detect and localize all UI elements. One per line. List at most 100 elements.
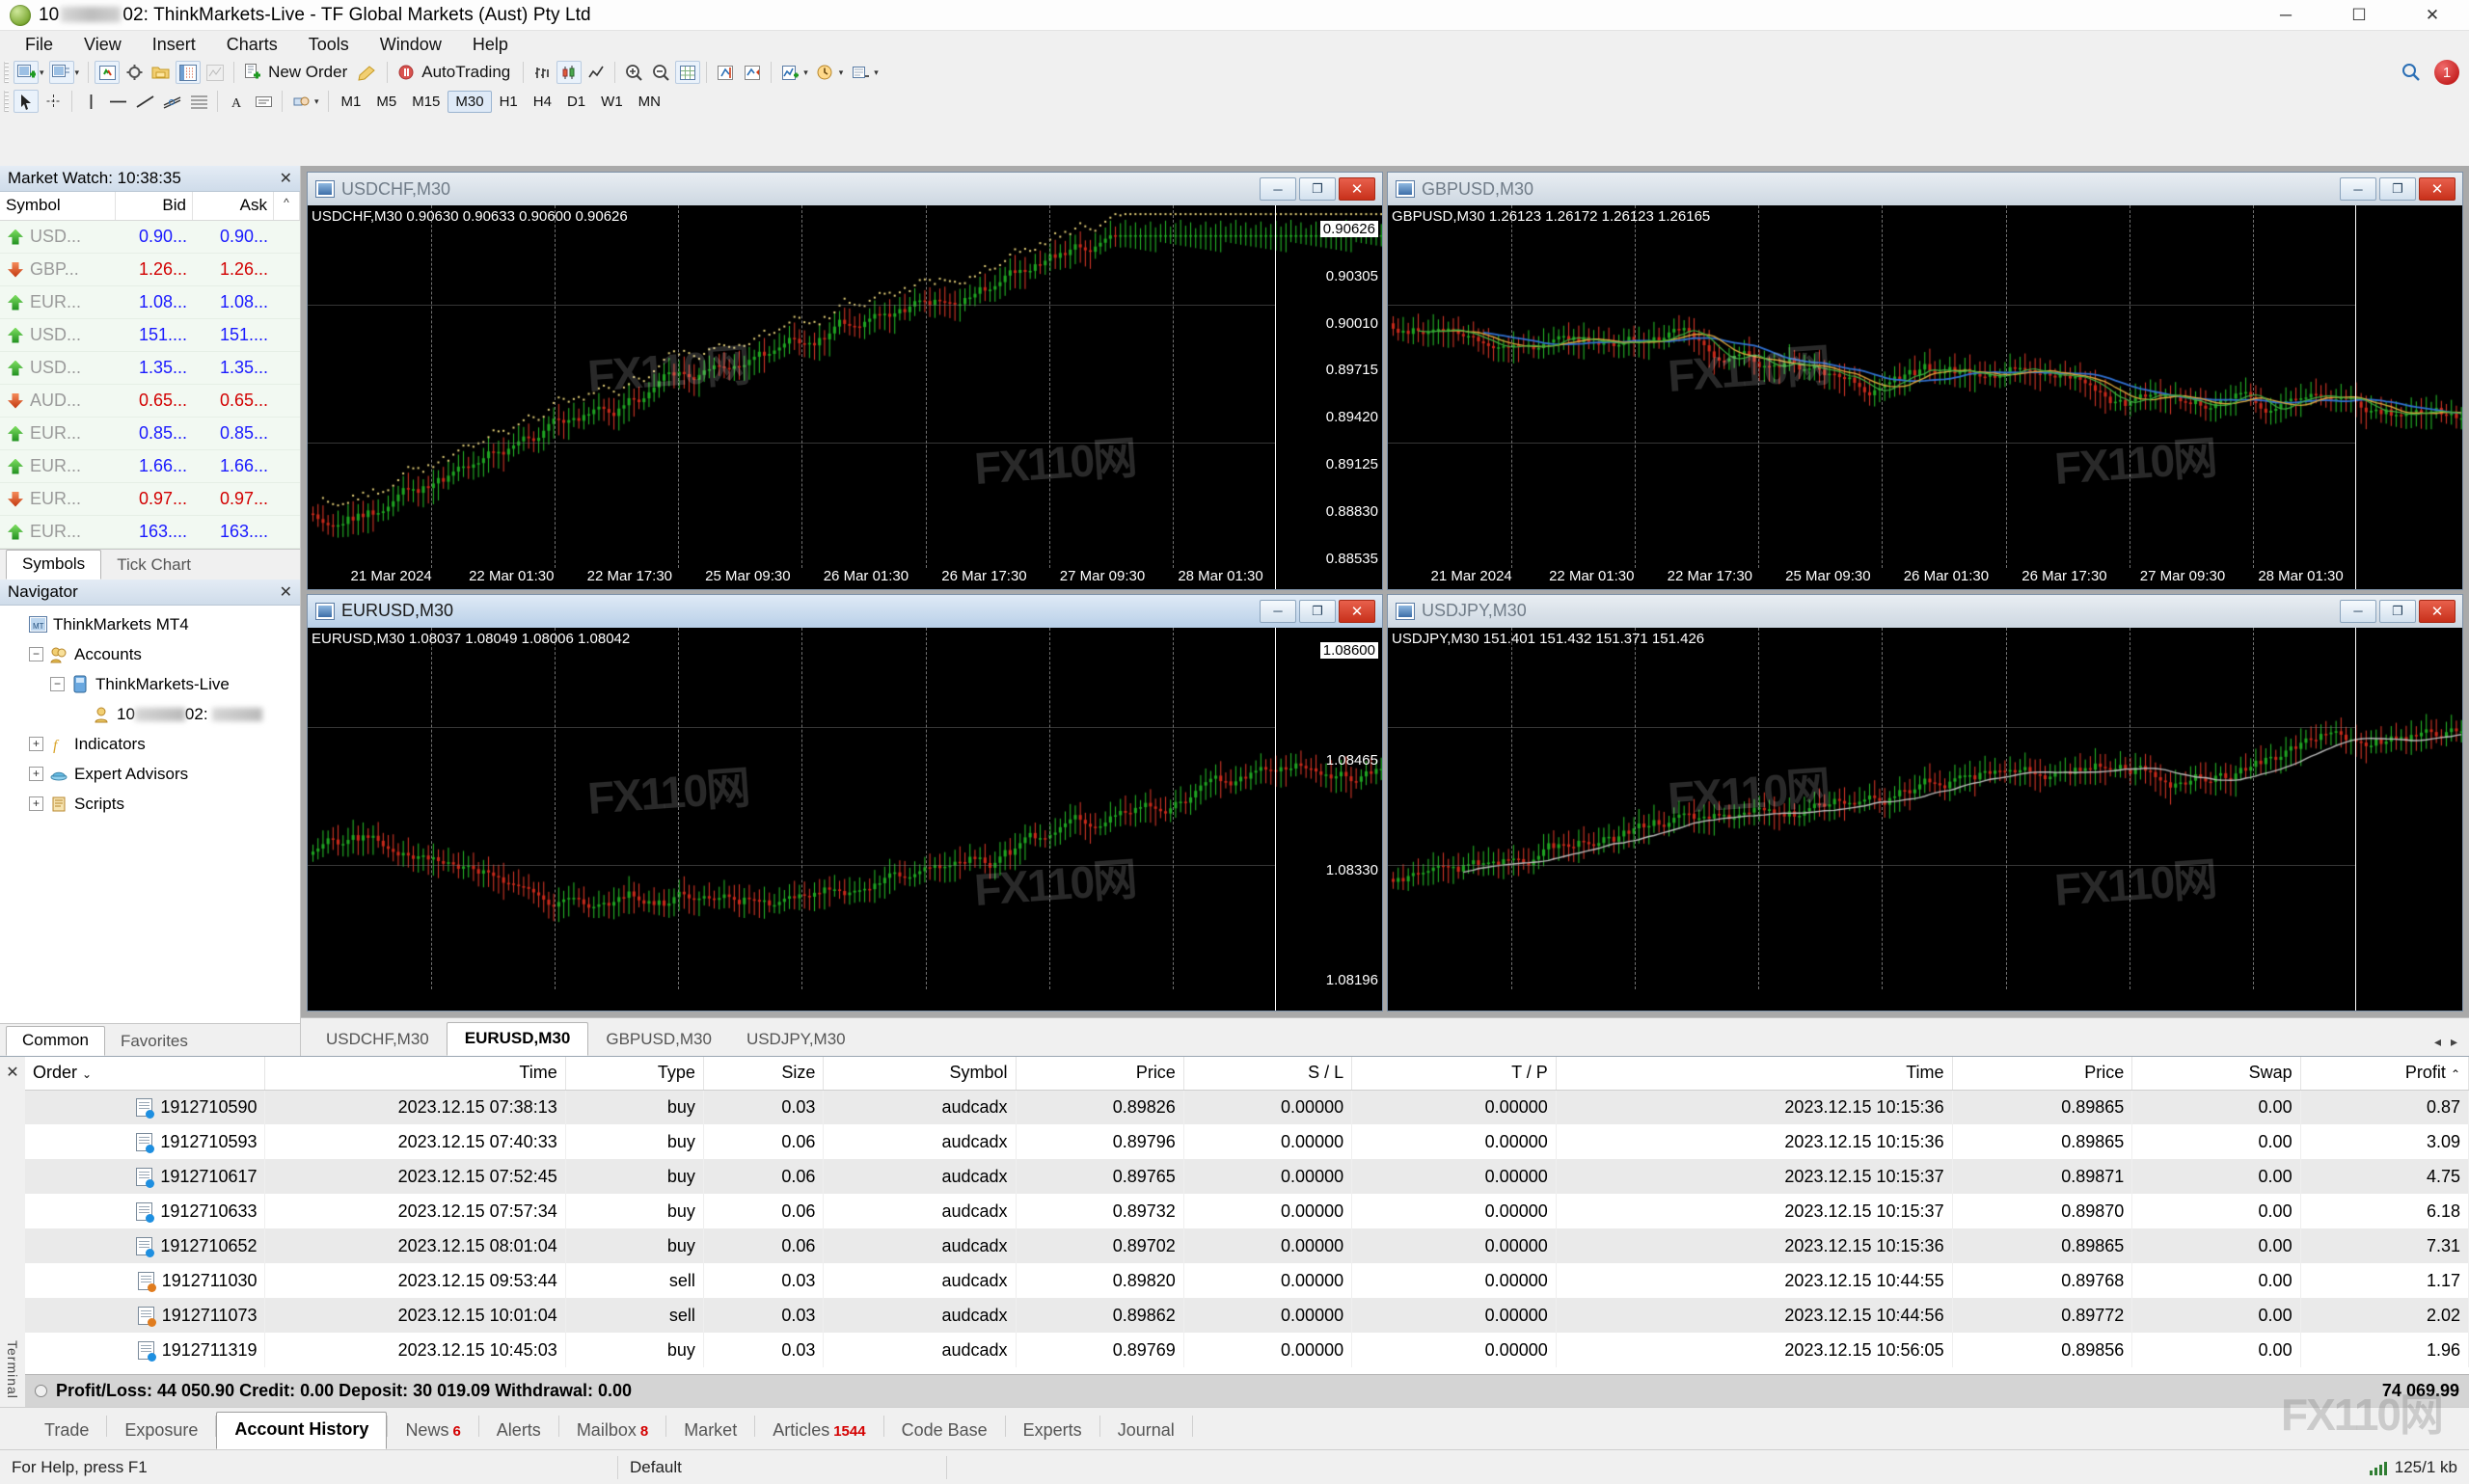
trendline-icon[interactable] [132,90,157,113]
column-ask[interactable]: Ask [193,192,274,220]
terminal-tab-experts[interactable]: Experts [1006,1414,1099,1449]
metaeditor-icon[interactable] [356,61,381,84]
chart-tabs-scroll-right-icon[interactable]: ▸ [2451,1034,2457,1050]
column-symbol[interactable]: Symbol [0,192,116,220]
market-watch-icon[interactable] [95,61,120,84]
period-m15[interactable]: M15 [404,91,448,113]
market-watch-row[interactable]: AUD...0.65...0.65... [0,385,300,418]
navigator-icon[interactable] [149,61,174,84]
chart-minimize-button[interactable]: ─ [2340,177,2376,201]
period-mn[interactable]: MN [631,91,668,113]
autotrading-button[interactable]: AutoTrading [420,63,518,82]
market-watch-row[interactable]: USD...151....151.... [0,319,300,352]
line-chart-icon[interactable] [583,61,609,84]
th-take-profit[interactable]: T / P [1352,1057,1557,1090]
period-m5[interactable]: M5 [368,91,404,113]
new-chart-dropdown-caret[interactable]: ▾ [40,67,44,78]
terminal-tab-code-base[interactable]: Code Base [884,1414,1005,1449]
chart-tab-gbpusd[interactable]: GBPUSD,M30 [588,1024,729,1056]
period-h4[interactable]: H4 [526,91,559,113]
window-close-button[interactable]: ✕ [2396,0,2469,31]
strategy-tester-icon[interactable] [203,61,228,84]
new-chart-icon[interactable] [14,61,39,84]
th-profit[interactable]: Profit ⌃ [2300,1057,2468,1090]
indicators-icon[interactable] [777,61,802,84]
line-toolbar-grip[interactable] [4,91,9,112]
chart-window-usdjpy[interactable]: USDJPY,M30─❐✕USDJPY,M30 151.401 151.432 … [1387,594,2463,1012]
periods-icon[interactable] [813,61,838,84]
terminal-tab-alerts[interactable]: Alerts [479,1414,558,1449]
market-watch-close-icon[interactable]: ✕ [280,169,292,188]
grid-icon[interactable] [675,61,700,84]
column-bid[interactable]: Bid [116,192,193,220]
menu-tools[interactable]: Tools [293,32,365,58]
chart-close-button[interactable]: ✕ [2419,600,2455,623]
navigator-item-thinkmarkets-mt4[interactable]: MTThinkMarkets MT4 [0,609,300,639]
chart-minimize-button[interactable]: ─ [2340,600,2376,623]
text-label-icon[interactable] [251,90,276,113]
bar-chart-icon[interactable] [529,61,555,84]
menu-insert[interactable]: Insert [137,32,211,58]
market-watch-row[interactable]: GBP...1.26...1.26... [0,254,300,286]
new-order-button[interactable]: New Order [266,63,355,82]
th-open-time[interactable]: Time [265,1057,565,1090]
period-w1[interactable]: W1 [593,91,631,113]
chart-shift-icon[interactable] [740,61,765,84]
chart-canvas-area[interactable]: USDJPY,M30 151.401 151.432 151.371 151.4… [1388,628,2462,1012]
tree-expander[interactable]: + [29,796,43,811]
menu-view[interactable]: View [68,32,137,58]
market-watch-row[interactable]: EUR...0.85...0.85... [0,418,300,450]
menu-charts[interactable]: Charts [211,32,293,58]
tree-expander[interactable]: + [29,737,43,751]
chart-close-button[interactable]: ✕ [1339,177,1375,201]
th-swap[interactable]: Swap [2132,1057,2300,1090]
chart-title-bar[interactable]: EURUSD,M30─❐✕ [308,595,1382,628]
alert-badge[interactable]: 1 [2434,60,2459,85]
horizontal-line-icon[interactable] [105,90,130,113]
chart-close-button[interactable]: ✕ [1339,600,1375,623]
terminal-close-icon[interactable]: ✕ [6,1063,18,1082]
chart-canvas-area[interactable]: GBPUSD,M30 1.26123 1.26172 1.26123 1.261… [1388,205,2462,589]
search-icon[interactable] [2399,61,2424,84]
menu-help[interactable]: Help [457,32,524,58]
tab-tick-chart[interactable]: Tick Chart [101,552,206,580]
navigator-item-expert-advisors[interactable]: +Expert Advisors [0,759,300,789]
navigator-item-accounts[interactable]: −Accounts [0,639,300,669]
indicators-dropdown-caret[interactable]: ▾ [803,67,808,78]
zoom-in-icon[interactable] [621,61,646,84]
chart-restore-button[interactable]: ❐ [2379,600,2416,623]
tree-expander[interactable]: + [29,767,43,781]
terminal-tab-trade[interactable]: Trade [27,1414,106,1449]
th-type[interactable]: Type [565,1057,703,1090]
chart-restore-button[interactable]: ❐ [2379,177,2416,201]
th-close-time[interactable]: Time [1556,1057,1952,1090]
chart-tab-usdchf[interactable]: USDCHF,M30 [309,1024,447,1056]
terminal-tab-account-history[interactable]: Account History [216,1412,387,1449]
chart-window-gbpusd[interactable]: GBPUSD,M30─❐✕GBPUSD,M30 1.26123 1.26172 … [1387,172,2463,590]
menu-file[interactable]: File [10,32,68,58]
navigator-close-icon[interactable]: ✕ [280,582,292,602]
text-icon[interactable]: A [224,90,249,113]
market-watch-row[interactable]: EUR...0.97...0.97... [0,483,300,516]
periods-dropdown-caret[interactable]: ▾ [839,67,844,78]
market-watch-scroll-up-icon[interactable]: ^ [274,192,300,220]
chart-canvas-area[interactable]: EURUSD,M30 1.08037 1.08049 1.08006 1.080… [308,628,1382,1012]
chart-window-eurusd[interactable]: EURUSD,M30─❐✕EURUSD,M30 1.08037 1.08049 … [307,594,1383,1012]
market-watch-row[interactable]: USD...1.35...1.35... [0,352,300,385]
terminal-icon[interactable] [176,61,201,84]
period-h1[interactable]: H1 [492,91,526,113]
order-row[interactable]: 19127110732023.12.15 10:01:04sell0.03aud… [25,1298,2469,1333]
profiles-icon[interactable] [49,61,74,84]
th-open-price[interactable]: Price [1016,1057,1183,1090]
period-m1[interactable]: M1 [334,91,369,113]
vertical-line-icon[interactable] [78,90,103,113]
tree-expander[interactable]: − [29,647,43,661]
tab-symbols[interactable]: Symbols [6,550,101,580]
chart-title-bar[interactable]: GBPUSD,M30─❐✕ [1388,173,2462,205]
navigator-item-scripts[interactable]: +Scripts [0,789,300,819]
toolbar-grip[interactable] [4,62,9,83]
fibonacci-icon[interactable] [186,90,211,113]
terminal-tab-articles[interactable]: Articles1544 [755,1414,882,1449]
chart-close-button[interactable]: ✕ [2419,177,2455,201]
order-row[interactable]: 19127110302023.12.15 09:53:44sell0.03aud… [25,1263,2469,1298]
